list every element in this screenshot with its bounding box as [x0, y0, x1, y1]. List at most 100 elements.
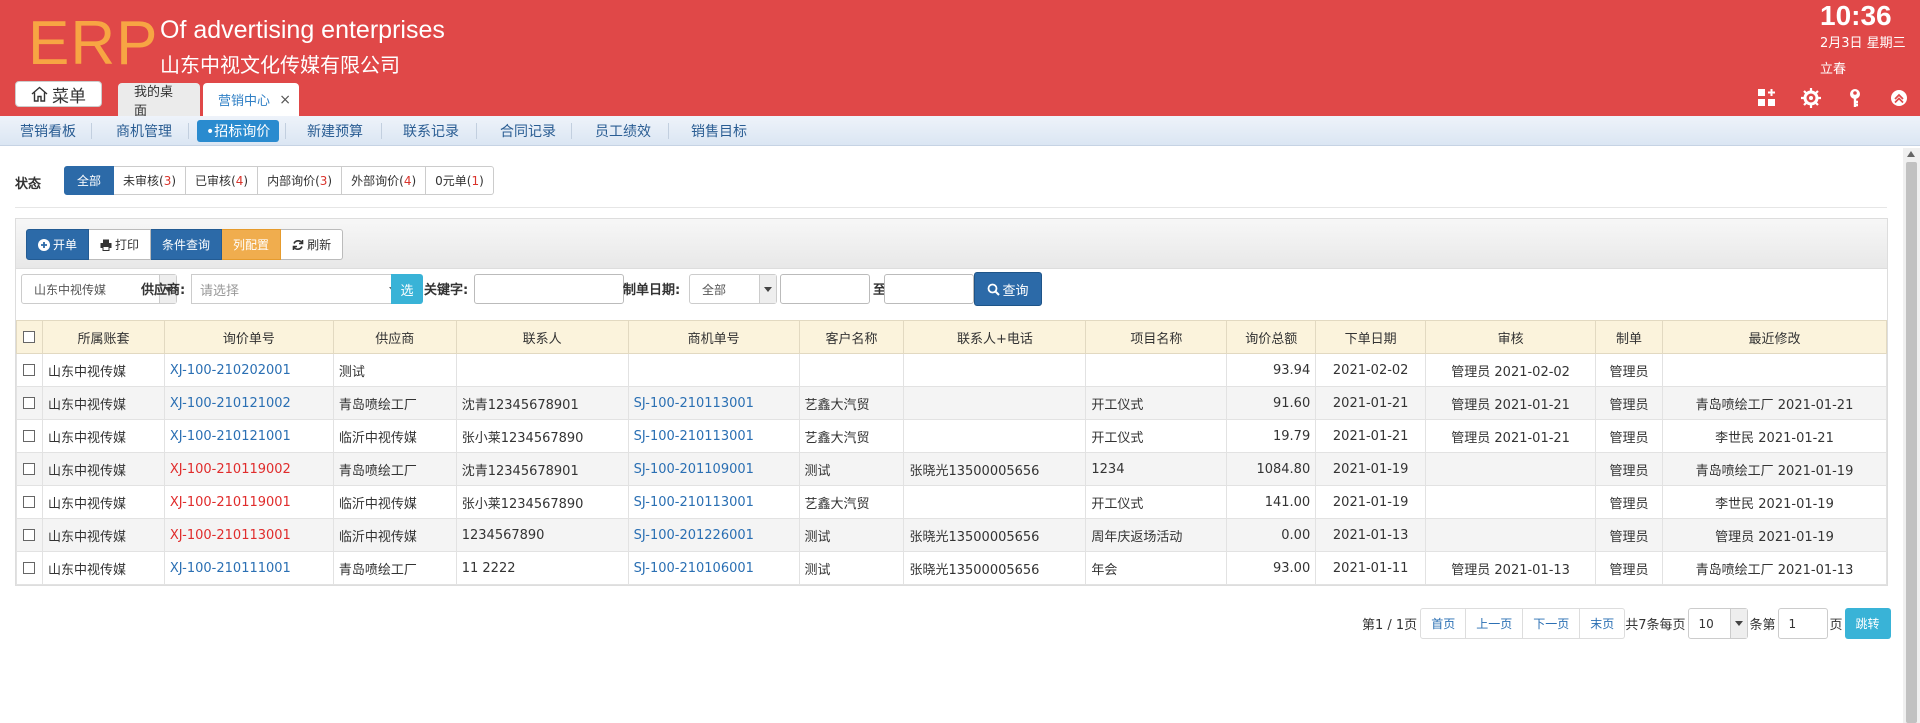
- opportunity-no-link[interactable]: SJ-100-210113001: [627, 386, 800, 420]
- opportunity-no-link[interactable]: SJ-100-201226001: [627, 518, 800, 552]
- subnav-item-new-budget[interactable]: 新建预算: [298, 120, 372, 142]
- button-label: 条件查询: [162, 238, 211, 252]
- opportunity-no-link[interactable]: SJ-100-210106001: [627, 551, 800, 585]
- supplier-select[interactable]: 请选择: [191, 274, 406, 304]
- review-cell: [1425, 452, 1597, 486]
- column-header[interactable]: 商机单号: [627, 320, 800, 354]
- select-all-cell[interactable]: [16, 320, 43, 354]
- row-checkbox[interactable]: [23, 496, 36, 508]
- row-select-cell[interactable]: [16, 485, 43, 519]
- inquiry-no-link[interactable]: XJ-100-210113001: [163, 518, 334, 552]
- inquiry-no-link[interactable]: XJ-100-210119002: [163, 452, 334, 486]
- table-row[interactable]: 山东中视传媒 XJ-100-210121002 青岛喷绘工厂 沈青1234567…: [16, 386, 1887, 420]
- column-header[interactable]: 询价单号: [163, 320, 334, 354]
- row-select-cell[interactable]: [16, 386, 43, 420]
- inquiry-no-link[interactable]: XJ-100-210111001: [163, 551, 334, 585]
- last-page-button[interactable]: 末页: [1580, 608, 1626, 639]
- subnav-item-contract-records[interactable]: 合同记录: [491, 120, 565, 142]
- date-start-input[interactable]: [780, 274, 870, 304]
- subnav-item-dashboard[interactable]: 营销看板: [11, 120, 85, 142]
- key-icon[interactable]: [1843, 86, 1867, 110]
- column-header[interactable]: 所属账套: [41, 320, 165, 354]
- date-end-input[interactable]: [884, 274, 974, 304]
- row-checkbox[interactable]: [23, 463, 36, 475]
- solar-term: 立春: [1820, 62, 1847, 77]
- filter-internal-inquiry[interactable]: 内部询价(3): [258, 166, 343, 195]
- gear-icon[interactable]: [1799, 86, 1823, 110]
- main-menu-button[interactable]: 菜单: [15, 81, 102, 107]
- refresh-button[interactable]: 刷新: [281, 229, 344, 260]
- subnav-item-bidding-inquiry[interactable]: •招标询价: [197, 120, 280, 142]
- row-checkbox[interactable]: [23, 430, 36, 442]
- row-select-cell[interactable]: [16, 353, 43, 387]
- supplier-pick-button[interactable]: 选: [391, 274, 423, 304]
- new-order-button[interactable]: 开单: [26, 229, 90, 260]
- column-header[interactable]: 下单日期: [1315, 320, 1427, 354]
- table-row[interactable]: 山东中视传媒 XJ-100-210111001 青岛喷绘工厂 11 2222 S…: [16, 551, 1887, 585]
- toolbar: 开单 打印 条件查询 列配置 刷新: [16, 219, 1887, 269]
- jump-button[interactable]: 跳转: [1844, 608, 1891, 639]
- table-row[interactable]: 山东中视传媒 XJ-100-210119001 临沂中视传媒 张小莱123456…: [16, 485, 1887, 519]
- scroll-up-arrow[interactable]: [1907, 151, 1915, 157]
- page-number-input[interactable]: 1: [1777, 608, 1828, 639]
- row-checkbox[interactable]: [23, 364, 36, 376]
- column-header[interactable]: 供应商: [332, 320, 457, 354]
- column-header[interactable]: 联系人+电话: [903, 320, 1087, 354]
- print-button[interactable]: 打印: [89, 229, 152, 260]
- subnav-item-sales-target[interactable]: 销售目标: [682, 120, 756, 142]
- select-all-checkbox[interactable]: [23, 331, 36, 343]
- date-range-select[interactable]: 全部: [689, 274, 777, 304]
- search-button[interactable]: 查询: [974, 272, 1042, 306]
- filter-reviewed[interactable]: 已审核(4): [186, 166, 259, 195]
- grid-plus-icon[interactable]: [1755, 86, 1779, 110]
- row-select-cell[interactable]: [16, 419, 43, 453]
- column-header[interactable]: 联系人: [455, 320, 629, 354]
- inquiry-no-link[interactable]: XJ-100-210121002: [163, 386, 334, 420]
- opportunity-no-link[interactable]: SJ-100-210113001: [627, 419, 800, 453]
- row-select-cell[interactable]: [16, 452, 43, 486]
- total-cell: 141.00: [1226, 485, 1317, 519]
- table-row[interactable]: 山东中视传媒 XJ-100-210113001 临沂中视传媒 123456789…: [16, 518, 1887, 552]
- filter-external-inquiry[interactable]: 外部询价(4): [342, 166, 427, 195]
- subnav-item-staff-performance[interactable]: 员工绩效: [586, 120, 660, 142]
- row-checkbox[interactable]: [23, 529, 36, 541]
- opportunity-no-link[interactable]: SJ-100-201109001: [627, 452, 800, 486]
- inquiry-no-link[interactable]: XJ-100-210121001: [163, 419, 334, 453]
- column-header[interactable]: 制单: [1595, 320, 1664, 354]
- page-scrollbar[interactable]: [1903, 148, 1920, 723]
- prev-page-button[interactable]: 上一页: [1466, 608, 1524, 639]
- close-icon[interactable]: ×: [279, 92, 291, 108]
- row-checkbox[interactable]: [23, 562, 36, 574]
- filter-unreviewed[interactable]: 未审核(3): [114, 166, 187, 195]
- subnav-item-contact-records[interactable]: 联系记录: [394, 120, 468, 142]
- subnav-item-opportunities[interactable]: 商机管理: [107, 120, 181, 142]
- opportunity-no-link[interactable]: [627, 353, 800, 387]
- first-page-button[interactable]: 首页: [1420, 608, 1467, 639]
- column-header[interactable]: 询价总额: [1226, 320, 1317, 354]
- condition-query-button[interactable]: 条件查询: [151, 229, 223, 260]
- company-subtitle-en: Of advertising enterprises: [160, 16, 445, 44]
- column-header[interactable]: 项目名称: [1085, 320, 1228, 354]
- row-select-cell[interactable]: [16, 551, 43, 585]
- scrollbar-thumb[interactable]: [1906, 162, 1917, 723]
- column-header[interactable]: 客户名称: [798, 320, 905, 354]
- opportunity-no-link[interactable]: SJ-100-210113001: [627, 485, 800, 519]
- inquiry-no-link[interactable]: XJ-100-210202001: [163, 353, 334, 387]
- keyword-input[interactable]: [474, 274, 624, 304]
- page-size-select[interactable]: 10: [1687, 608, 1748, 639]
- column-header[interactable]: 审核: [1425, 320, 1597, 354]
- table-row[interactable]: 山东中视传媒 XJ-100-210202001 测试 93.94 2021-02…: [16, 353, 1887, 387]
- filter-zero-amount[interactable]: 0元单(1): [426, 166, 494, 195]
- filter-all[interactable]: 全部: [64, 166, 115, 195]
- column-config-button[interactable]: 列配置: [222, 229, 282, 260]
- inquiry-no-link[interactable]: XJ-100-210119001: [163, 485, 334, 519]
- tab-marketing-center[interactable]: 营销中心 ×: [203, 83, 299, 116]
- row-checkbox[interactable]: [23, 397, 36, 409]
- table-row[interactable]: 山东中视传媒 XJ-100-210119002 青岛喷绘工厂 沈青1234567…: [16, 452, 1887, 486]
- table-row[interactable]: 山东中视传媒 XJ-100-210121001 临沂中视传媒 张小莱123456…: [16, 419, 1887, 453]
- column-header[interactable]: 最近修改: [1662, 320, 1887, 354]
- collapse-icon[interactable]: [1887, 86, 1911, 110]
- row-select-cell[interactable]: [16, 518, 43, 552]
- tab-my-desktop[interactable]: 我的桌面: [118, 83, 200, 119]
- next-page-button[interactable]: 下一页: [1523, 608, 1581, 639]
